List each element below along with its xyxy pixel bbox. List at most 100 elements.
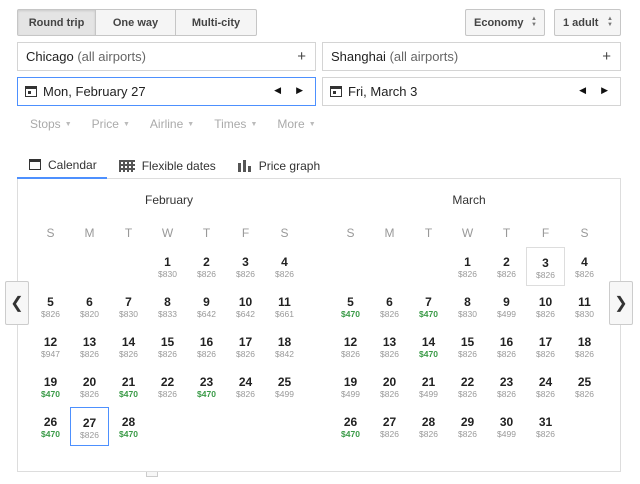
calendar-day[interactable]: 23 $470	[187, 367, 226, 406]
tab-label: Flexible dates	[141, 158, 216, 173]
destination-field[interactable]: Shanghai (all airports) +	[322, 42, 621, 71]
filter-airline[interactable]: Airline ▼	[150, 117, 194, 131]
calendar-day[interactable]: 1 $826	[448, 247, 487, 286]
calendar-day[interactable]: 3 $826	[226, 247, 265, 286]
calendar-day[interactable]: 11 $830	[565, 287, 604, 326]
origin-qualifier: (all airports)	[77, 49, 146, 64]
day-price: $826	[575, 269, 594, 279]
calendar-day[interactable]: 13 $826	[70, 327, 109, 366]
calendar-day[interactable]: 12 $947	[31, 327, 70, 366]
calendar-day[interactable]: 22 $826	[148, 367, 187, 406]
day-number: 19	[343, 375, 358, 389]
return-date-field[interactable]: Fri, March 3 ◀ ▶	[322, 77, 621, 106]
filter-label: Stops	[30, 117, 61, 131]
calendar-day[interactable]: 31 $826	[526, 407, 565, 446]
calendar-day[interactable]: 5 $470	[331, 287, 370, 326]
day-number: 6	[86, 295, 93, 309]
calendar-day[interactable]: 29 $826	[448, 407, 487, 446]
cabin-class-dropdown[interactable]: Economy ▲ ▼	[465, 9, 545, 36]
filter-times[interactable]: Times ▼	[214, 117, 257, 131]
calendar-day[interactable]: 27 $826	[70, 407, 109, 446]
calendar-day[interactable]: 24 $826	[526, 367, 565, 406]
day-price: $470	[41, 429, 60, 439]
day-price: $826	[197, 269, 216, 279]
calendar-day[interactable]: 14 $470	[409, 327, 448, 366]
calendar-day[interactable]: 15 $826	[148, 327, 187, 366]
calendar-day[interactable]: 11 $661	[265, 287, 304, 326]
calendar-day[interactable]: 16 $826	[187, 327, 226, 366]
calendar-day[interactable]: 17 $826	[226, 327, 265, 366]
calendar-day[interactable]: 8 $833	[148, 287, 187, 326]
multi-city-button[interactable]: Multi-city	[176, 10, 256, 35]
calendar-day[interactable]: 28 $470	[109, 407, 148, 446]
day-price: $470	[419, 349, 438, 359]
one-way-button[interactable]: One way	[96, 10, 176, 35]
calendar-day[interactable]: 1 $830	[148, 247, 187, 286]
prev-date-icon[interactable]: ◀	[274, 85, 281, 96]
calendar-day[interactable]: 5 $826	[31, 287, 70, 326]
calendar-day[interactable]: 25 $499	[265, 367, 304, 406]
calendar-day[interactable]: 12 $826	[331, 327, 370, 366]
next-month-button[interactable]: ❯	[609, 281, 633, 325]
calendar-day[interactable]: 20 $826	[370, 367, 409, 406]
calendar-day[interactable]: 27 $826	[370, 407, 409, 446]
calendar-day[interactable]: 21 $499	[409, 367, 448, 406]
prev-date-icon[interactable]: ◀	[579, 85, 586, 96]
calendar-day[interactable]: 4 $826	[565, 247, 604, 286]
tab-calendar[interactable]: Calendar	[17, 152, 107, 179]
add-origin-icon[interactable]: +	[297, 48, 306, 65]
filter-more[interactable]: More ▼	[277, 117, 315, 131]
filter-stops[interactable]: Stops ▼	[30, 117, 72, 131]
calendar-day[interactable]: 9 $642	[187, 287, 226, 326]
calendar-day[interactable]: 2 $826	[187, 247, 226, 286]
calendar-day[interactable]: 9 $499	[487, 287, 526, 326]
calendar-day[interactable]: 16 $826	[487, 327, 526, 366]
calendar-day[interactable]: 30 $499	[487, 407, 526, 446]
tab-flexible-dates[interactable]: Flexible dates	[107, 152, 226, 179]
calendar-day[interactable]: 23 $826	[487, 367, 526, 406]
calendar-day[interactable]: 8 $830	[448, 287, 487, 326]
day-price: $470	[341, 429, 360, 439]
next-date-icon[interactable]: ▶	[601, 85, 608, 96]
calendar-day[interactable]: 7 $830	[109, 287, 148, 326]
calendar-day[interactable]: 25 $826	[565, 367, 604, 406]
round-trip-button[interactable]: Round trip	[18, 10, 96, 35]
prev-month-button[interactable]: ❮	[5, 281, 29, 325]
calendar-day[interactable]: 18 $842	[265, 327, 304, 366]
calendar-day[interactable]: 15 $826	[448, 327, 487, 366]
calendar-day[interactable]: 3 $826	[526, 247, 565, 286]
calendar-day[interactable]: 6 $826	[370, 287, 409, 326]
calendar-day[interactable]: 18 $826	[565, 327, 604, 366]
day-number: 10	[238, 295, 253, 309]
calendar-day[interactable]: 26 $470	[331, 407, 370, 446]
depart-date-field[interactable]: Mon, February 27 ◀ ▶	[17, 77, 316, 106]
next-date-icon[interactable]: ▶	[296, 85, 303, 96]
calendar-day[interactable]: 7 $470	[409, 287, 448, 326]
calendar-day[interactable]: 19 $470	[31, 367, 70, 406]
calendar-day[interactable]: 19 $499	[331, 367, 370, 406]
day-price: $499	[419, 389, 438, 399]
tab-price-graph[interactable]: Price graph	[226, 152, 330, 179]
calendar-day[interactable]: 20 $826	[70, 367, 109, 406]
calendar-day[interactable]: 13 $826	[370, 327, 409, 366]
day-number: 30	[499, 415, 514, 429]
origin-field[interactable]: Chicago (all airports) +	[17, 42, 316, 71]
calendar-day[interactable]: 14 $826	[109, 327, 148, 366]
calendar-day[interactable]: 26 $470	[31, 407, 70, 446]
calendar-day[interactable]: 4 $826	[265, 247, 304, 286]
calendar-day[interactable]: 24 $826	[226, 367, 265, 406]
day-price: $830	[458, 309, 477, 319]
calendar-day[interactable]: 17 $826	[526, 327, 565, 366]
passengers-dropdown[interactable]: 1 adult ▲ ▼	[554, 9, 621, 36]
bar-chart-icon	[237, 159, 252, 172]
calendar-day[interactable]: 10 $642	[226, 287, 265, 326]
calendar-day[interactable]: 28 $826	[409, 407, 448, 446]
calendar-day[interactable]: 21 $470	[109, 367, 148, 406]
calendar-day[interactable]: 2 $826	[487, 247, 526, 286]
calendar-day[interactable]: 10 $826	[526, 287, 565, 326]
add-destination-icon[interactable]: +	[602, 48, 611, 65]
filter-price[interactable]: Price ▼	[92, 117, 130, 131]
destination-city: Shanghai	[331, 49, 386, 64]
calendar-day[interactable]: 22 $826	[448, 367, 487, 406]
calendar-day[interactable]: 6 $820	[70, 287, 109, 326]
